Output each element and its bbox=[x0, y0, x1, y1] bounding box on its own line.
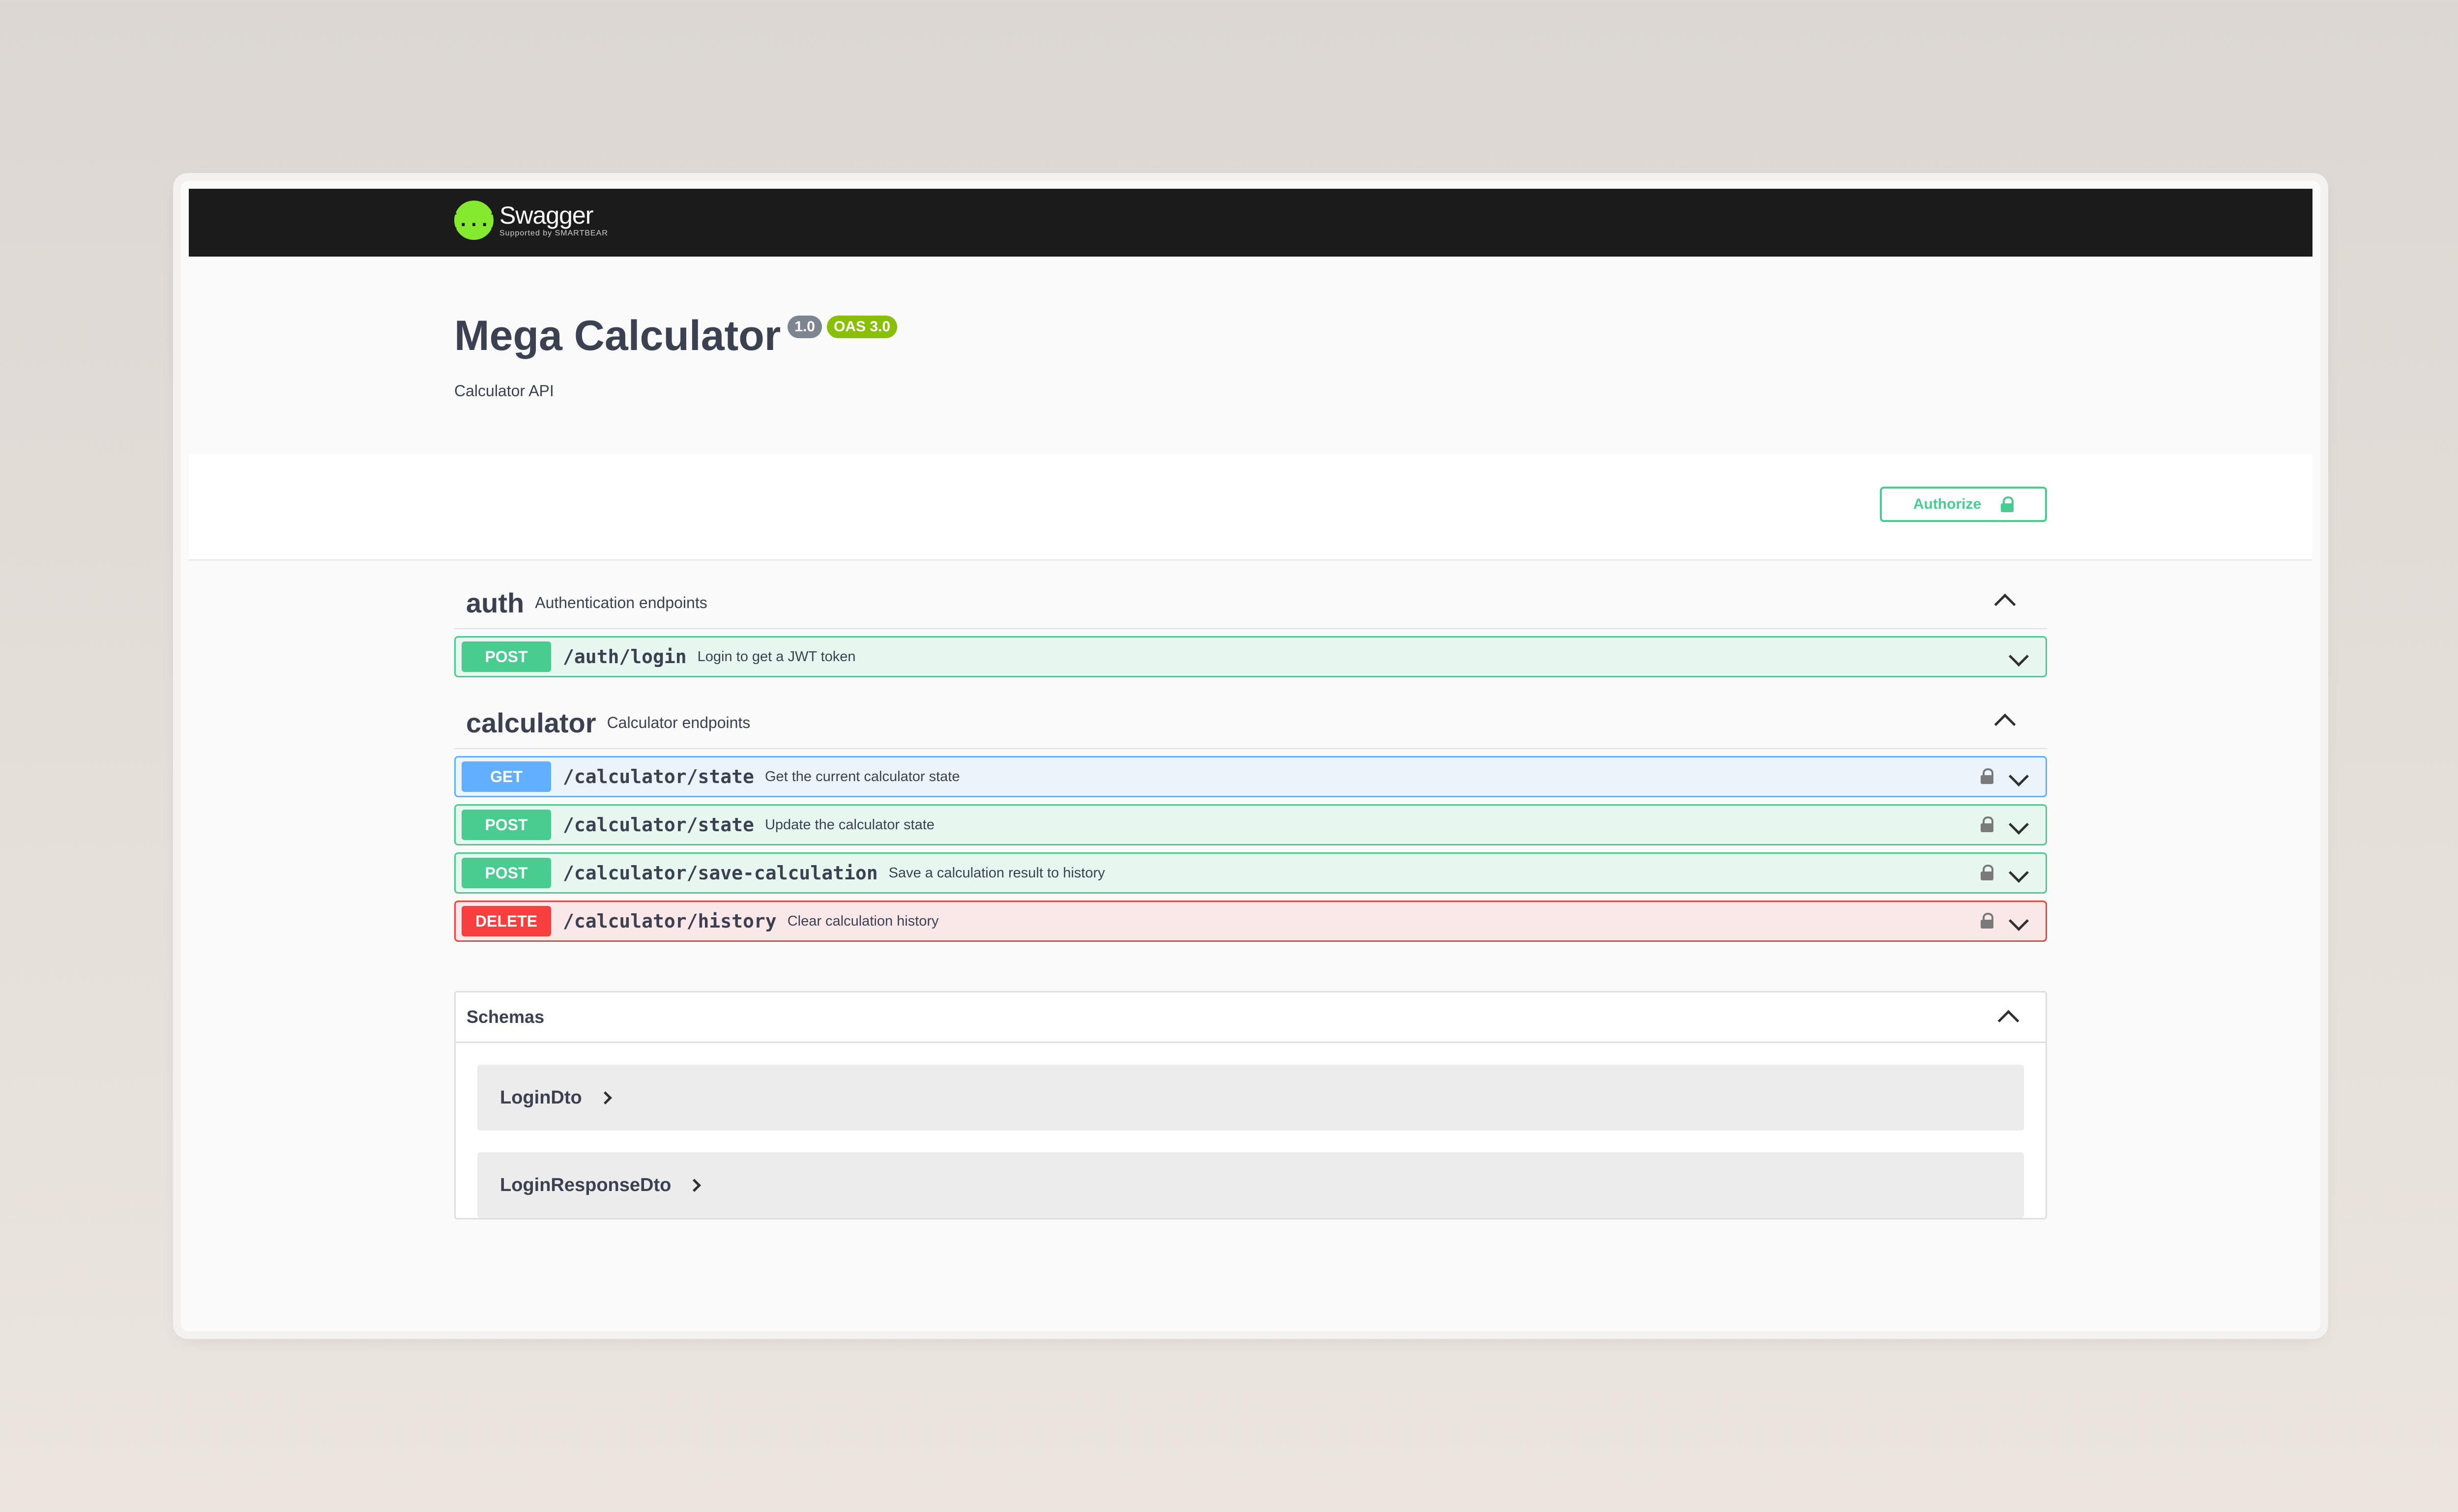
unlock-icon bbox=[2001, 496, 2014, 512]
operation-delete-calculator-history[interactable]: DELETE /calculator/history Clear calcula… bbox=[454, 901, 2047, 942]
oas-badge: OAS 3.0 bbox=[827, 316, 898, 338]
model-name: LoginDto bbox=[500, 1087, 582, 1108]
tag-header-calculator[interactable]: calculator Calculator endpoints bbox=[454, 697, 2047, 749]
swagger-logo-icon: {...} bbox=[447, 201, 500, 240]
lock-icon[interactable] bbox=[1981, 816, 1993, 832]
browser-window: {...} Swagger Supported by SMARTBEAR Meg… bbox=[181, 181, 2320, 1331]
chevron-down-icon[interactable] bbox=[2008, 646, 2029, 667]
tag-description: Calculator endpoints bbox=[607, 713, 751, 731]
chevron-up-icon[interactable] bbox=[1994, 713, 2016, 735]
authorize-label: Authorize bbox=[1913, 496, 1982, 512]
tag-name: calculator bbox=[466, 707, 596, 738]
schemas-title: Schemas bbox=[467, 1007, 545, 1027]
lock-icon[interactable] bbox=[1981, 865, 1993, 880]
model-logindto[interactable]: LoginDto bbox=[477, 1065, 2024, 1131]
method-badge: POST bbox=[462, 858, 551, 888]
operation-summary: Update the calculator state bbox=[764, 816, 935, 833]
method-badge: POST bbox=[462, 641, 551, 672]
model-name: LoginResponseDto bbox=[500, 1174, 672, 1195]
chevron-up-icon[interactable] bbox=[1997, 1010, 2019, 1032]
version-badge: 1.0 bbox=[788, 316, 822, 338]
operation-post-auth-login[interactable]: POST /auth/login Login to get a JWT toke… bbox=[454, 636, 2047, 677]
logo-sub: Supported by SMARTBEAR bbox=[499, 229, 608, 237]
chevron-down-icon[interactable] bbox=[2008, 766, 2029, 787]
operation-summary: Login to get a JWT token bbox=[697, 648, 856, 665]
method-badge: GET bbox=[462, 761, 551, 792]
topbar: {...} Swagger Supported by SMARTBEAR bbox=[189, 189, 2312, 257]
tag-header-auth[interactable]: auth Authentication endpoints bbox=[454, 577, 2047, 629]
operation-summary: Clear calculation history bbox=[787, 913, 939, 929]
operations-content: auth Authentication endpoints POST /auth… bbox=[454, 577, 2047, 1220]
operation-post-save-calculation[interactable]: POST /calculator/save-calculation Save a… bbox=[454, 852, 2047, 894]
operation-path: /auth/login bbox=[563, 646, 687, 668]
swagger-logo[interactable]: {...} Swagger Supported by SMARTBEAR bbox=[447, 201, 608, 240]
lock-icon[interactable] bbox=[1981, 768, 1993, 784]
chevron-down-icon[interactable] bbox=[2008, 862, 2029, 883]
operation-path: /calculator/save-calculation bbox=[563, 862, 878, 884]
page-title: Mega Calculator bbox=[454, 312, 781, 359]
chevron-up-icon[interactable] bbox=[1994, 593, 2016, 615]
authorize-button[interactable]: Authorize bbox=[1880, 487, 2047, 522]
logo-name: Swagger bbox=[499, 202, 593, 229]
swagger-ui: {...} Swagger Supported by SMARTBEAR Meg… bbox=[189, 189, 2312, 1323]
schemas-section: Schemas LoginDto LoginResponseDto bbox=[454, 991, 2047, 1220]
api-info: Mega Calculator 1.0 OAS 3.0 Calculator A… bbox=[454, 312, 898, 400]
schemas-header[interactable]: Schemas bbox=[456, 992, 2046, 1043]
method-badge: POST bbox=[462, 810, 551, 840]
chevron-right-icon[interactable] bbox=[598, 1091, 612, 1105]
operation-path: /calculator/state bbox=[563, 814, 754, 836]
tag-name: auth bbox=[466, 587, 525, 618]
chevron-down-icon[interactable] bbox=[2008, 910, 2029, 931]
model-loginresponsedto[interactable]: LoginResponseDto bbox=[477, 1152, 2024, 1218]
operation-path: /calculator/history bbox=[563, 910, 777, 932]
operation-summary: Save a calculation result to history bbox=[888, 865, 1105, 881]
chevron-right-icon[interactable] bbox=[688, 1178, 702, 1192]
method-badge: DELETE bbox=[462, 906, 551, 936]
chevron-down-icon[interactable] bbox=[2008, 814, 2029, 835]
lock-icon[interactable] bbox=[1981, 913, 1993, 929]
operation-summary: Get the current calculator state bbox=[764, 768, 960, 785]
operation-path: /calculator/state bbox=[563, 766, 754, 787]
operation-get-calculator-state[interactable]: GET /calculator/state Get the current ca… bbox=[454, 756, 2047, 797]
tag-description: Authentication endpoints bbox=[535, 593, 707, 611]
operation-post-calculator-state[interactable]: POST /calculator/state Update the calcul… bbox=[454, 804, 2047, 845]
api-description: Calculator API bbox=[454, 382, 554, 400]
scheme-container: Authorize bbox=[189, 454, 2312, 560]
